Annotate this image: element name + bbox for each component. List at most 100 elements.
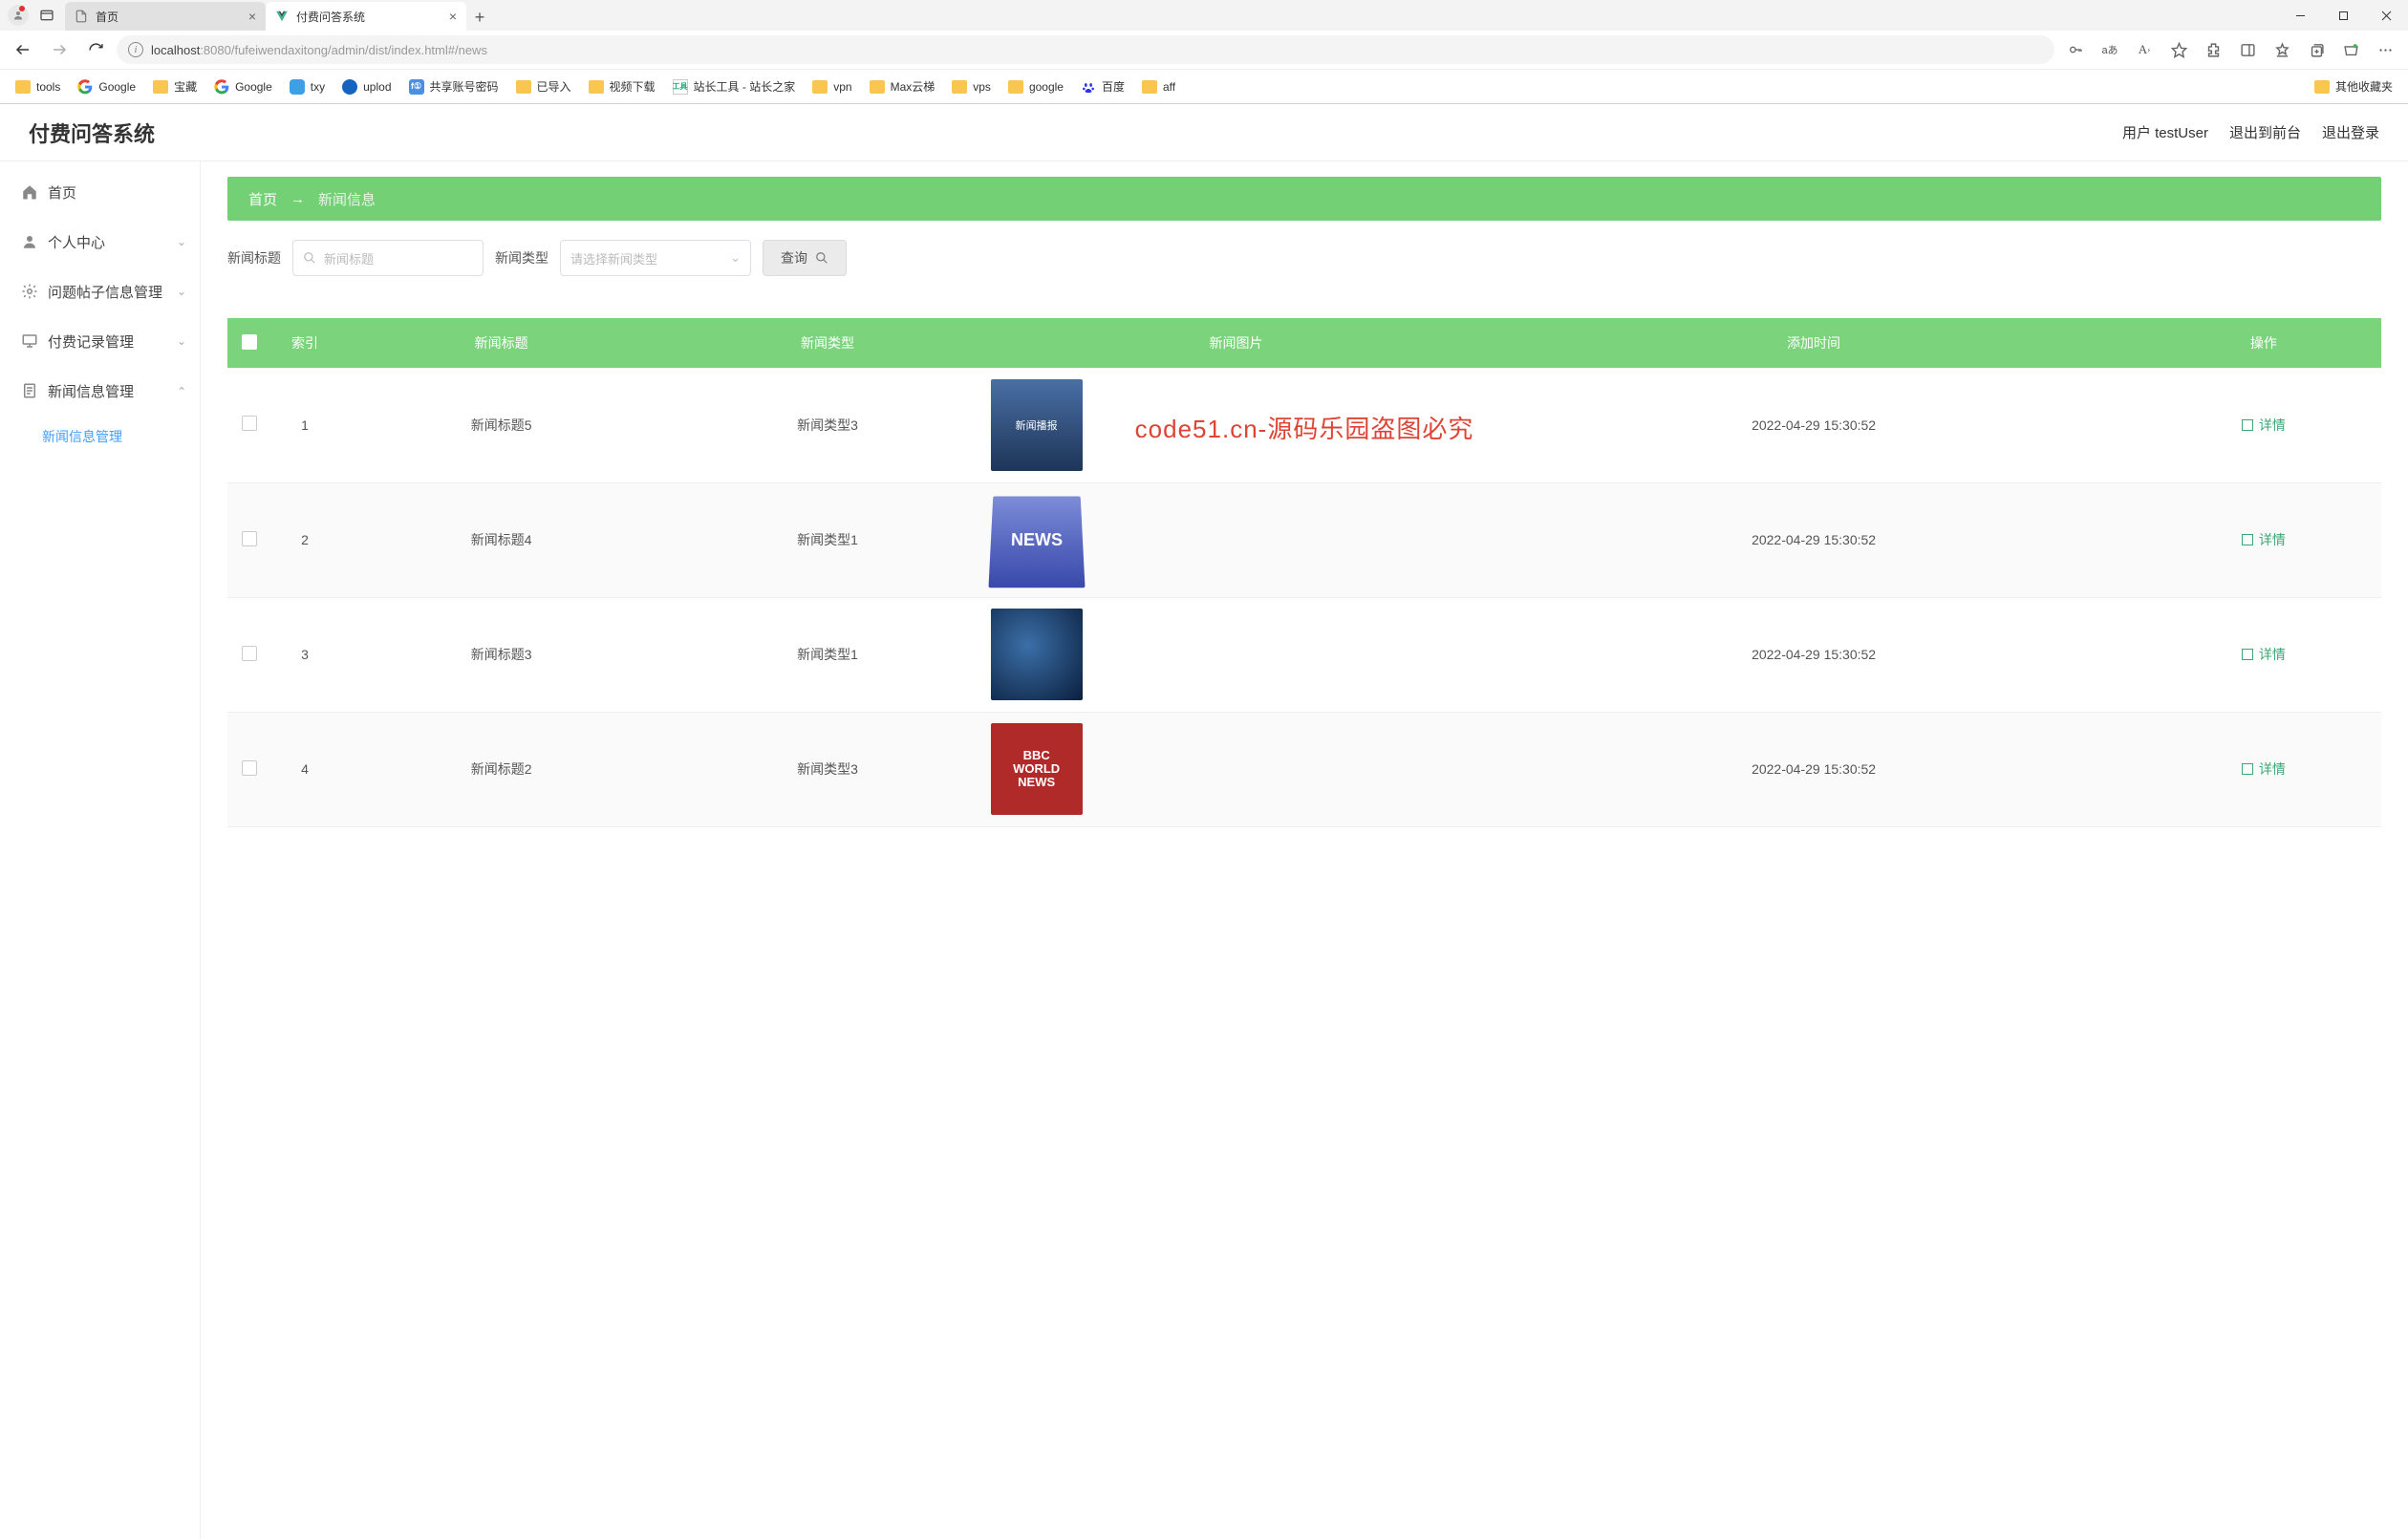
detail-button[interactable]: 详情 <box>2242 759 2286 779</box>
cell-type: 新闻类型3 <box>664 712 990 826</box>
close-icon[interactable]: × <box>449 9 457 24</box>
browser-tab[interactable]: 付费问答系统 × <box>266 2 466 31</box>
bookmark-item[interactable]: 百度 <box>1075 75 1130 97</box>
reader-icon[interactable]: aあ <box>2095 34 2125 65</box>
detail-button[interactable]: 详情 <box>2242 530 2286 549</box>
news-thumbnail: 新闻播报 <box>991 379 1083 471</box>
breadcrumb-current: 新闻信息 <box>318 189 376 209</box>
vue-icon <box>275 10 289 23</box>
document-icon <box>21 382 38 399</box>
favorite-icon[interactable] <box>2163 34 2194 65</box>
page-icon <box>75 10 88 23</box>
to-front-link[interactable]: 退出到前台 <box>2229 122 2301 142</box>
gear-icon <box>21 283 38 300</box>
sidebar-item-profile[interactable]: 个人中心 ⌄ <box>0 217 200 267</box>
app-title: 付费问答系统 <box>29 118 155 148</box>
bookmark-item[interactable]: txy <box>284 76 331 97</box>
cell-time: 2022-04-29 15:30:52 <box>1481 368 2146 482</box>
cell-index: 1 <box>271 368 338 482</box>
table-header: 添加时间 <box>1481 318 2146 368</box>
bookmark-item[interactable]: 已导入 <box>510 75 577 97</box>
detail-icon <box>2242 419 2253 431</box>
shopping-icon[interactable] <box>2335 34 2366 65</box>
user-label[interactable]: 用户 testUser <box>2122 122 2208 142</box>
forward-button <box>44 34 75 65</box>
cell-type: 新闻类型3 <box>664 368 990 482</box>
bookmark-item[interactable]: uplod <box>336 76 397 97</box>
extensions-icon[interactable] <box>2198 34 2228 65</box>
bookmark-item[interactable]: vpn <box>806 77 857 96</box>
url-text: localhost:8080/fufeiwendaxitong/admin/di… <box>151 43 487 57</box>
address-bar[interactable]: i localhost:8080/fufeiwendaxitong/admin/… <box>117 35 2054 64</box>
new-tab-button[interactable]: + <box>466 4 493 31</box>
sidebar-toggle-icon[interactable] <box>2232 34 2263 65</box>
chevron-down-icon: ⌄ <box>177 285 186 298</box>
profile-icon[interactable] <box>8 5 29 26</box>
sidebar-item-home[interactable]: 首页 <box>0 167 200 217</box>
table-header <box>227 318 271 368</box>
news-table: 索引新闻标题新闻类型新闻图片添加时间操作 1新闻标题5新闻类型3新闻播报2022… <box>227 318 2381 827</box>
type-select[interactable]: 请选择新闻类型 ⌄ <box>560 240 751 276</box>
breadcrumb-home[interactable]: 首页 <box>248 189 277 209</box>
bookmark-item[interactable]: tools <box>10 77 66 96</box>
bookmark-item[interactable]: Google <box>72 76 141 97</box>
chevron-up-icon: ⌄ <box>177 384 186 397</box>
bookmark-item[interactable]: 工具站长工具 - 站长之家 <box>667 75 802 97</box>
logout-link[interactable]: 退出登录 <box>2322 122 2379 142</box>
close-window-button[interactable] <box>2365 0 2408 31</box>
breadcrumb-separator: → <box>290 191 305 207</box>
cell-title: 新闻标题4 <box>338 482 664 597</box>
bookmark-overflow[interactable]: 其他收藏夹 <box>2309 75 2398 97</box>
cell-index: 2 <box>271 482 338 597</box>
tab-actions-icon[interactable] <box>36 5 57 26</box>
news-thumbnail: BBCWORLDNEWS <box>991 723 1083 815</box>
row-checkbox[interactable] <box>242 416 257 431</box>
close-icon[interactable]: × <box>248 9 256 24</box>
text-size-icon[interactable]: A› <box>2129 34 2160 65</box>
bookmark-item[interactable]: Google <box>208 76 278 97</box>
bookmark-item[interactable]: 宝藏 <box>147 75 203 97</box>
bookmark-item[interactable]: vps <box>946 77 997 96</box>
checkbox-all[interactable] <box>242 334 257 350</box>
collections-icon[interactable] <box>2301 34 2332 65</box>
cell-type: 新闻类型1 <box>664 597 990 712</box>
breadcrumb: 首页 → 新闻信息 <box>227 177 2381 221</box>
minimize-button[interactable] <box>2279 0 2322 31</box>
bookmark-item[interactable]: google <box>1002 77 1069 96</box>
refresh-button[interactable] <box>80 34 111 65</box>
detail-button[interactable]: 详情 <box>2242 645 2286 664</box>
table-row: 4新闻标题2新闻类型3BBCWORLDNEWS2022-04-29 15:30:… <box>227 712 2381 826</box>
table-row: 1新闻标题5新闻类型3新闻播报2022-04-29 15:30:52详情 <box>227 368 2381 482</box>
password-icon[interactable] <box>2060 34 2091 65</box>
sidebar-item-posts[interactable]: 问题帖子信息管理 ⌄ <box>0 267 200 316</box>
cell-type: 新闻类型1 <box>664 482 990 597</box>
more-icon[interactable] <box>2370 34 2400 65</box>
sidebar-item-news[interactable]: 新闻信息管理 ⌄ <box>0 366 200 416</box>
user-icon <box>21 233 38 250</box>
cell-time: 2022-04-29 15:30:52 <box>1481 597 2146 712</box>
bookmark-item[interactable]: f①共享账号密码 <box>403 75 505 97</box>
table-header: 新闻类型 <box>664 318 990 368</box>
cell-time: 2022-04-29 15:30:52 <box>1481 482 2146 597</box>
table-row: 3新闻标题3新闻类型12022-04-29 15:30:52详情 <box>227 597 2381 712</box>
sidebar-item-payments[interactable]: 付费记录管理 ⌄ <box>0 316 200 366</box>
detail-button[interactable]: 详情 <box>2242 416 2286 435</box>
bookmark-item[interactable]: Max云梯 <box>864 75 941 97</box>
back-button[interactable] <box>8 34 38 65</box>
submenu-news-info[interactable]: 新闻信息管理 <box>0 416 200 458</box>
row-checkbox[interactable] <box>242 531 257 546</box>
bookmark-item[interactable]: aff <box>1136 77 1181 96</box>
row-checkbox[interactable] <box>242 760 257 776</box>
favorites-bar-icon[interactable] <box>2267 34 2297 65</box>
bookmark-item[interactable]: 视频下载 <box>583 75 661 97</box>
row-checkbox[interactable] <box>242 646 257 661</box>
title-input[interactable]: 新闻标题 <box>292 240 484 276</box>
detail-icon <box>2242 649 2253 660</box>
site-info-icon[interactable]: i <box>128 42 143 57</box>
detail-icon <box>2242 534 2253 545</box>
maximize-button[interactable] <box>2322 0 2365 31</box>
search-button[interactable]: 查询 <box>763 240 847 276</box>
chevron-down-icon: ⌄ <box>730 250 741 266</box>
cell-title: 新闻标题2 <box>338 712 664 826</box>
browser-tab[interactable]: 首页 × <box>65 2 266 31</box>
